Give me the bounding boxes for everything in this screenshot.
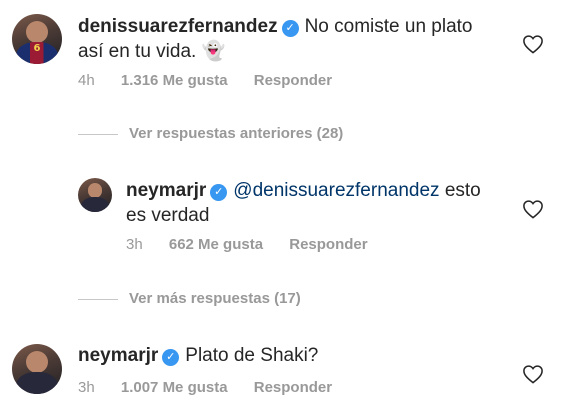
comment-text-line1: esto <box>444 180 481 201</box>
username-link[interactable]: denissuarezfernandez <box>78 16 278 37</box>
view-previous-replies-button[interactable]: Ver respuestas anteriores (28) <box>78 125 478 145</box>
comment-body: neymarjr ✓ Plato de Shaki? <box>78 343 518 368</box>
avatar-shirt <box>80 197 110 212</box>
heart-outline-icon[interactable] <box>522 364 544 384</box>
comment-meta: 3h 662 Me gusta Responder <box>126 236 390 253</box>
avatar-face <box>87 182 103 198</box>
comment-meta: 3h 1.007 Me gusta Responder <box>78 379 354 396</box>
avatar-face <box>26 21 48 43</box>
avatar[interactable] <box>78 178 112 212</box>
avatar-face <box>26 351 48 373</box>
reply-button[interactable]: Responder <box>254 72 332 89</box>
view-more-replies-button[interactable]: Ver más respuestas (17) <box>78 290 478 310</box>
likes-count[interactable]: 662 Me gusta <box>169 236 263 253</box>
timestamp[interactable]: 4h <box>78 72 95 89</box>
likes-count[interactable]: 1.316 Me gusta <box>121 72 228 89</box>
comment-text-line2: es verdad <box>126 205 210 226</box>
timestamp[interactable]: 3h <box>78 379 95 396</box>
verified-badge-icon: ✓ <box>281 20 299 37</box>
username-link[interactable]: neymarjr <box>78 345 158 366</box>
heart-outline-icon[interactable] <box>522 34 544 54</box>
mention-link[interactable]: @denissuarezfernandez <box>233 180 439 201</box>
comment-body: denissuarezfernandez ✓ No comiste un plato… <box>78 14 518 64</box>
comment-body: neymarjr ✓ @denissuarezfernandez esto es v… <box>126 178 506 228</box>
likes-count[interactable]: 1.007 Me gusta <box>121 379 228 396</box>
avatar-shirt <box>16 372 58 394</box>
comment-meta: 4h 1.316 Me gusta Responder <box>78 72 354 89</box>
timestamp[interactable]: 3h <box>126 236 143 253</box>
reply-button[interactable]: Responder <box>289 236 367 253</box>
thread-divider <box>78 299 118 300</box>
reply-button[interactable]: Responder <box>254 379 332 396</box>
verified-badge-icon: ✓ <box>162 349 180 366</box>
heart-outline-icon[interactable] <box>522 199 544 219</box>
avatar[interactable]: 6 <box>12 14 62 64</box>
thread-divider <box>78 134 118 135</box>
avatar-shirt-number: 6 <box>33 43 41 54</box>
view-more-replies-label: Ver más respuestas (17) <box>129 290 301 307</box>
comment-text-line1: Plato de Shaki? <box>185 345 319 366</box>
verified-badge-icon: ✓ <box>210 184 228 201</box>
username-link[interactable]: neymarjr <box>126 180 206 201</box>
avatar[interactable] <box>12 344 62 394</box>
comment-text-line1: No comiste un plato <box>304 16 473 37</box>
view-previous-replies-label: Ver respuestas anteriores (28) <box>129 125 344 142</box>
comment-text-line2: así en tu vida. 👻 <box>78 41 226 62</box>
